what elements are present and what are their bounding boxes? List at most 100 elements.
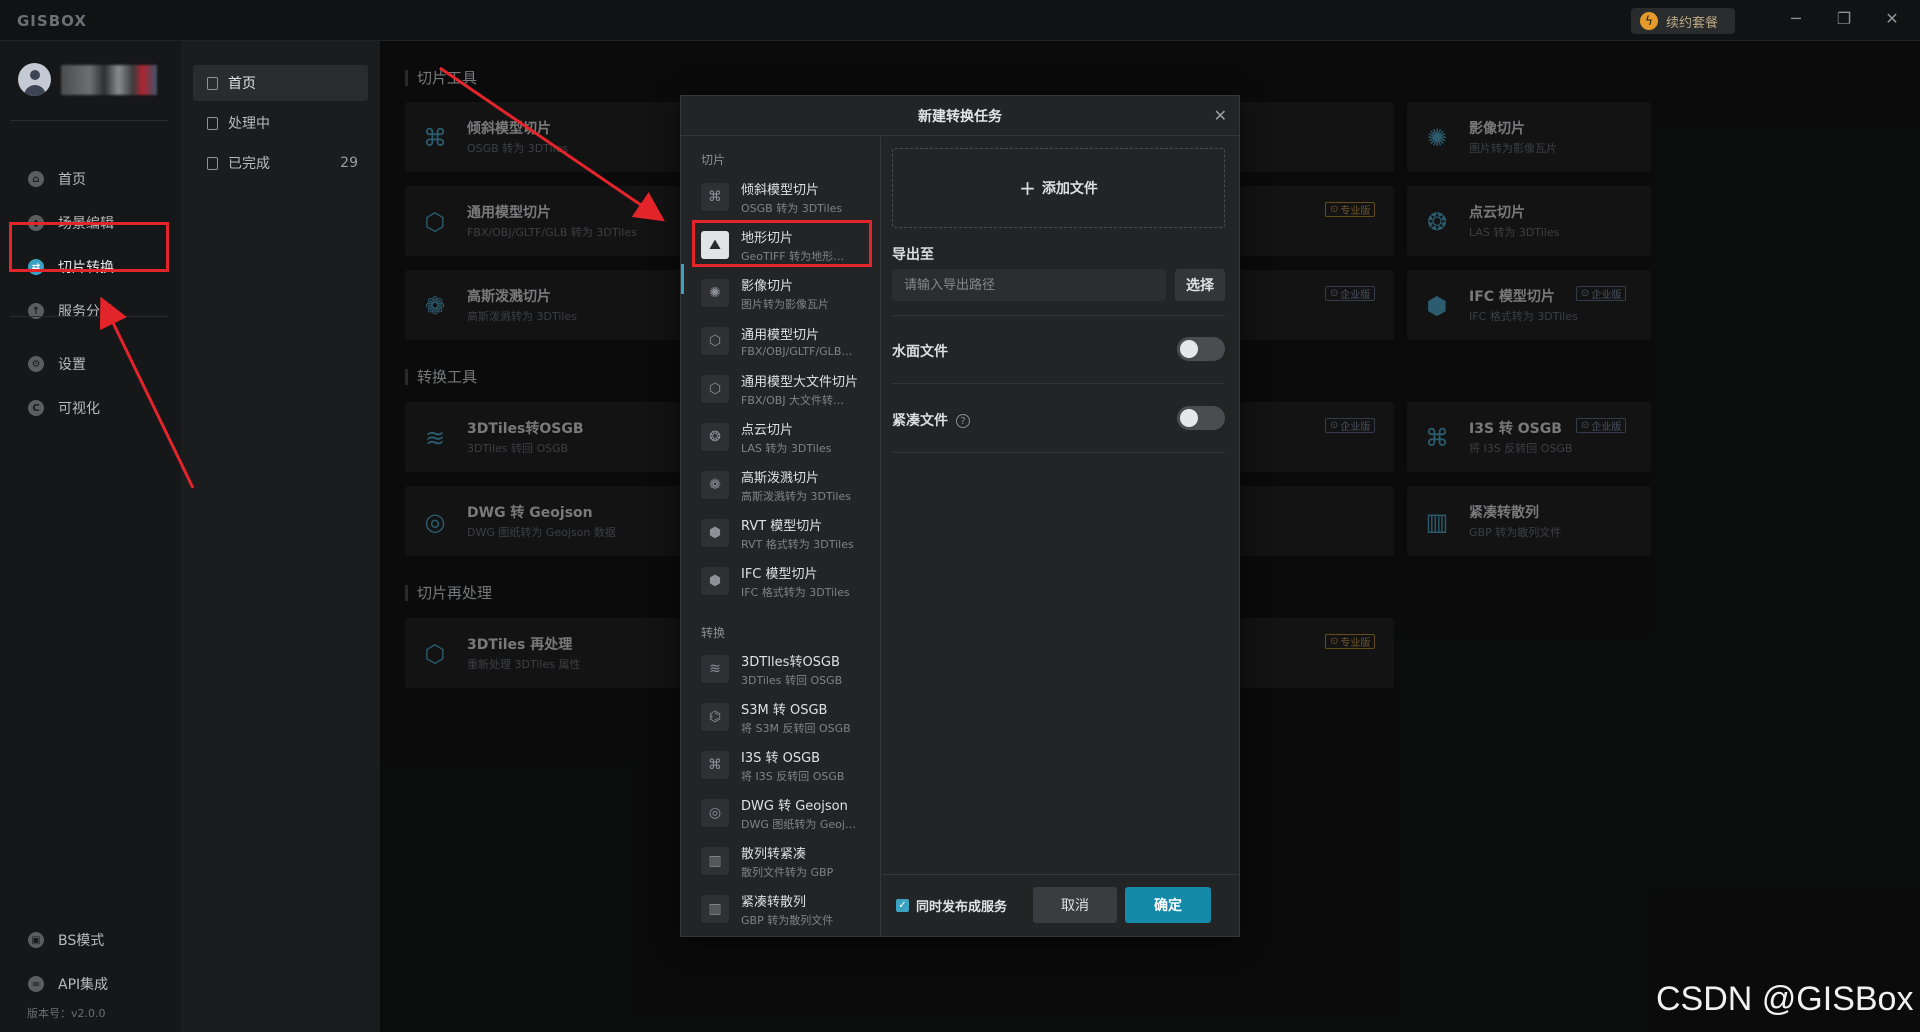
watermark: CSDN @GISBox	[1656, 980, 1914, 1018]
gear-icon: ⚙	[28, 356, 44, 372]
task-item-subtitle: IFC 格式转为 3DTiles	[741, 585, 850, 599]
task-item-title: 点云切片	[741, 422, 794, 438]
task-item-general-model[interactable]: ⬡ 通用模型切片 FBX/OBJ/GLTF/GLB…	[701, 319, 873, 363]
task-item-imagery[interactable]: ✺ 影像切片图片转为影像瓦片	[701, 271, 873, 315]
task-item-3dtiles-osgb[interactable]: ≋ 3DTIles转OSGB 3DTiles 转回 OSGB	[701, 647, 873, 691]
publish-checkbox[interactable]: ✓	[896, 899, 909, 912]
subnav-item-label: 首页	[228, 76, 256, 92]
subnav-item-completed[interactable]: 已完成 29	[193, 145, 368, 181]
selection-indicator	[681, 264, 684, 294]
s3m-icon: ⌬	[701, 703, 729, 731]
confirm-button[interactable]: 确定	[1125, 887, 1211, 923]
task-item-title: 影像切片	[741, 278, 794, 294]
sidebar-item-label: 服务分发	[58, 304, 114, 320]
sidebar-item-bs-mode[interactable]: ▣ BS模式	[10, 918, 168, 962]
app-logo: GISBOX	[17, 12, 87, 30]
sidebar-item-api[interactable]: ∞ API集成	[10, 962, 168, 1006]
task-item-title: 3DTIles转OSGB	[741, 654, 840, 670]
task-item-compact-hash[interactable]: ▥ 紧凑转散列 GBP 转为散列文件	[701, 887, 873, 931]
sidebar-item-visualize[interactable]: C 可视化	[10, 386, 168, 430]
task-item-i3s[interactable]: ⌘ I3S 转 OSGB 将 I3S 反转回 OSGB	[701, 743, 873, 787]
toggle-knob	[1180, 340, 1198, 358]
task-item-subtitle: DWG 图纸转为 Geoj…	[741, 817, 856, 831]
task-item-s3m[interactable]: ⌬ S3M 转 OSGB 将 S3M 反转回 OSGB	[701, 695, 873, 739]
task-item-ifc[interactable]: ⬢ IFC 模型切片 IFC 格式转为 3DTiles	[701, 559, 873, 603]
title-bar: GISBOX ϟ 续约套餐 ─ ❐ ✕	[0, 0, 1920, 41]
task-item-title: 通用模型大文件切片	[741, 374, 859, 390]
subnav-item-processing[interactable]: 处理中	[193, 105, 368, 141]
task-item-hash-compact[interactable]: ▥ 散列转紧凑散列文件转为 GBP	[701, 839, 873, 883]
dialog-title: 新建转换任务	[918, 108, 1002, 125]
restore-button[interactable]: ❐	[1832, 9, 1856, 28]
task-item-oblique[interactable]: ⌘ 倾斜模型切片 OSGB 转为 3DTiles	[701, 175, 873, 219]
task-item-title: 散列转紧凑	[741, 846, 807, 862]
cancel-button[interactable]: 取消	[1033, 887, 1117, 923]
divider	[10, 316, 168, 317]
task-item-title: 倾斜模型切片	[741, 182, 820, 198]
i3s-icon: ⌘	[701, 751, 729, 779]
task-item-title: DWG 转 Geojson	[741, 798, 848, 814]
close-window-button[interactable]: ✕	[1880, 9, 1904, 28]
water-file-toggle[interactable]	[1177, 337, 1225, 361]
ifc-cube-icon: ⬢	[701, 567, 729, 595]
help-icon[interactable]: ?	[956, 414, 970, 428]
oblique-model-icon: ⌘	[701, 183, 729, 211]
divider	[892, 315, 1225, 316]
sidebar-item-label: API集成	[58, 977, 109, 993]
task-item-title: 紧凑转散列	[741, 894, 807, 910]
layers-icon: ≋	[701, 655, 729, 683]
imagery-icon: ✺	[701, 279, 729, 307]
subnav-item-home[interactable]: 首页	[193, 65, 368, 101]
sidebar-item-label: 设置	[58, 357, 86, 373]
task-item-large-model[interactable]: ⬡ 通用模型大文件切片 FBX/OBJ 大文件转…	[701, 367, 873, 411]
task-item-gaussian[interactable]: ❁ 高斯泼溅切片 高斯泼溅转为 3DTiles	[701, 463, 873, 507]
home-icon: ⌂	[28, 171, 44, 187]
sidebar-item-settings[interactable]: ⚙ 设置	[10, 342, 168, 386]
select-path-button[interactable]: 选择	[1175, 269, 1225, 301]
export-path-input[interactable]	[892, 269, 1166, 301]
task-item-pointcloud[interactable]: ❂ 点云切片 LAS 转为 3DTiles	[701, 415, 873, 459]
task-item-subtitle: 图片转为影像瓦片	[741, 297, 829, 311]
barcode-icon: ▥	[701, 847, 729, 875]
publish-label[interactable]: 同时发布成服务	[916, 896, 1007, 915]
subnav-item-label: 处理中	[228, 116, 270, 132]
add-file-dropzone[interactable]: + 添加文件	[892, 148, 1225, 228]
task-item-subtitle: LAS 转为 3DTiles	[741, 441, 832, 455]
task-item-title: RVT 模型切片	[741, 518, 823, 534]
cube-icon: ⬡	[701, 375, 729, 403]
dialog-header: 新建转换任务 ✕	[681, 96, 1239, 136]
sidebar-item-home[interactable]: ⌂ 首页	[10, 157, 168, 201]
renew-plan-label: 续约套餐	[1666, 15, 1719, 31]
browser-icon: ▣	[28, 932, 44, 948]
task-item-title: I3S 转 OSGB	[741, 750, 821, 766]
task-item-rvt[interactable]: ⬢ RVT 模型切片 RVT 格式转为 3DTiles	[701, 511, 873, 555]
task-item-title: IFC 模型切片	[741, 566, 818, 582]
export-label: 导出至	[892, 247, 934, 263]
completed-count: 29	[340, 155, 358, 171]
avatar[interactable]	[18, 63, 51, 96]
task-item-subtitle: OSGB 转为 3DTiles	[741, 201, 843, 215]
task-item-subtitle: 将 S3M 反转回 OSGB	[741, 721, 851, 735]
barcode-icon: ▥	[701, 895, 729, 923]
compact-file-row: 紧凑文件?	[892, 410, 970, 430]
task-item-dwg[interactable]: ◎ DWG 转 Geojson DWG 图纸转为 Geoj…	[701, 791, 873, 835]
task-item-subtitle: FBX/OBJ 大文件转…	[741, 393, 845, 407]
task-item-subtitle: 散列文件转为 GBP	[741, 865, 834, 879]
compact-file-toggle[interactable]	[1177, 406, 1225, 430]
renew-plan-button[interactable]: ϟ 续约套餐	[1631, 8, 1735, 34]
sidebar-item-service-publish[interactable]: ↑ 服务分发	[10, 289, 168, 333]
version-label: 版本号：v2.0.0	[27, 1007, 106, 1020]
task-subnav: 首页 处理中 已完成 29	[181, 41, 380, 1032]
task-item-title: 高斯泼溅切片	[741, 470, 820, 486]
cube-icon: ⬢	[701, 519, 729, 547]
user-profile[interactable]	[18, 63, 157, 96]
compact-file-label: 紧凑文件	[892, 413, 948, 429]
water-file-label: 水面文件	[892, 344, 948, 360]
cube-icon: ⬡	[701, 327, 729, 355]
gaussian-splat-icon: ❁	[701, 471, 729, 499]
minimize-button[interactable]: ─	[1784, 9, 1808, 28]
task-item-subtitle: 将 I3S 反转回 OSGB	[741, 769, 845, 783]
lightning-icon: ϟ	[1640, 12, 1658, 30]
target-icon: ◎	[701, 799, 729, 827]
close-icon[interactable]: ✕	[1214, 106, 1227, 125]
